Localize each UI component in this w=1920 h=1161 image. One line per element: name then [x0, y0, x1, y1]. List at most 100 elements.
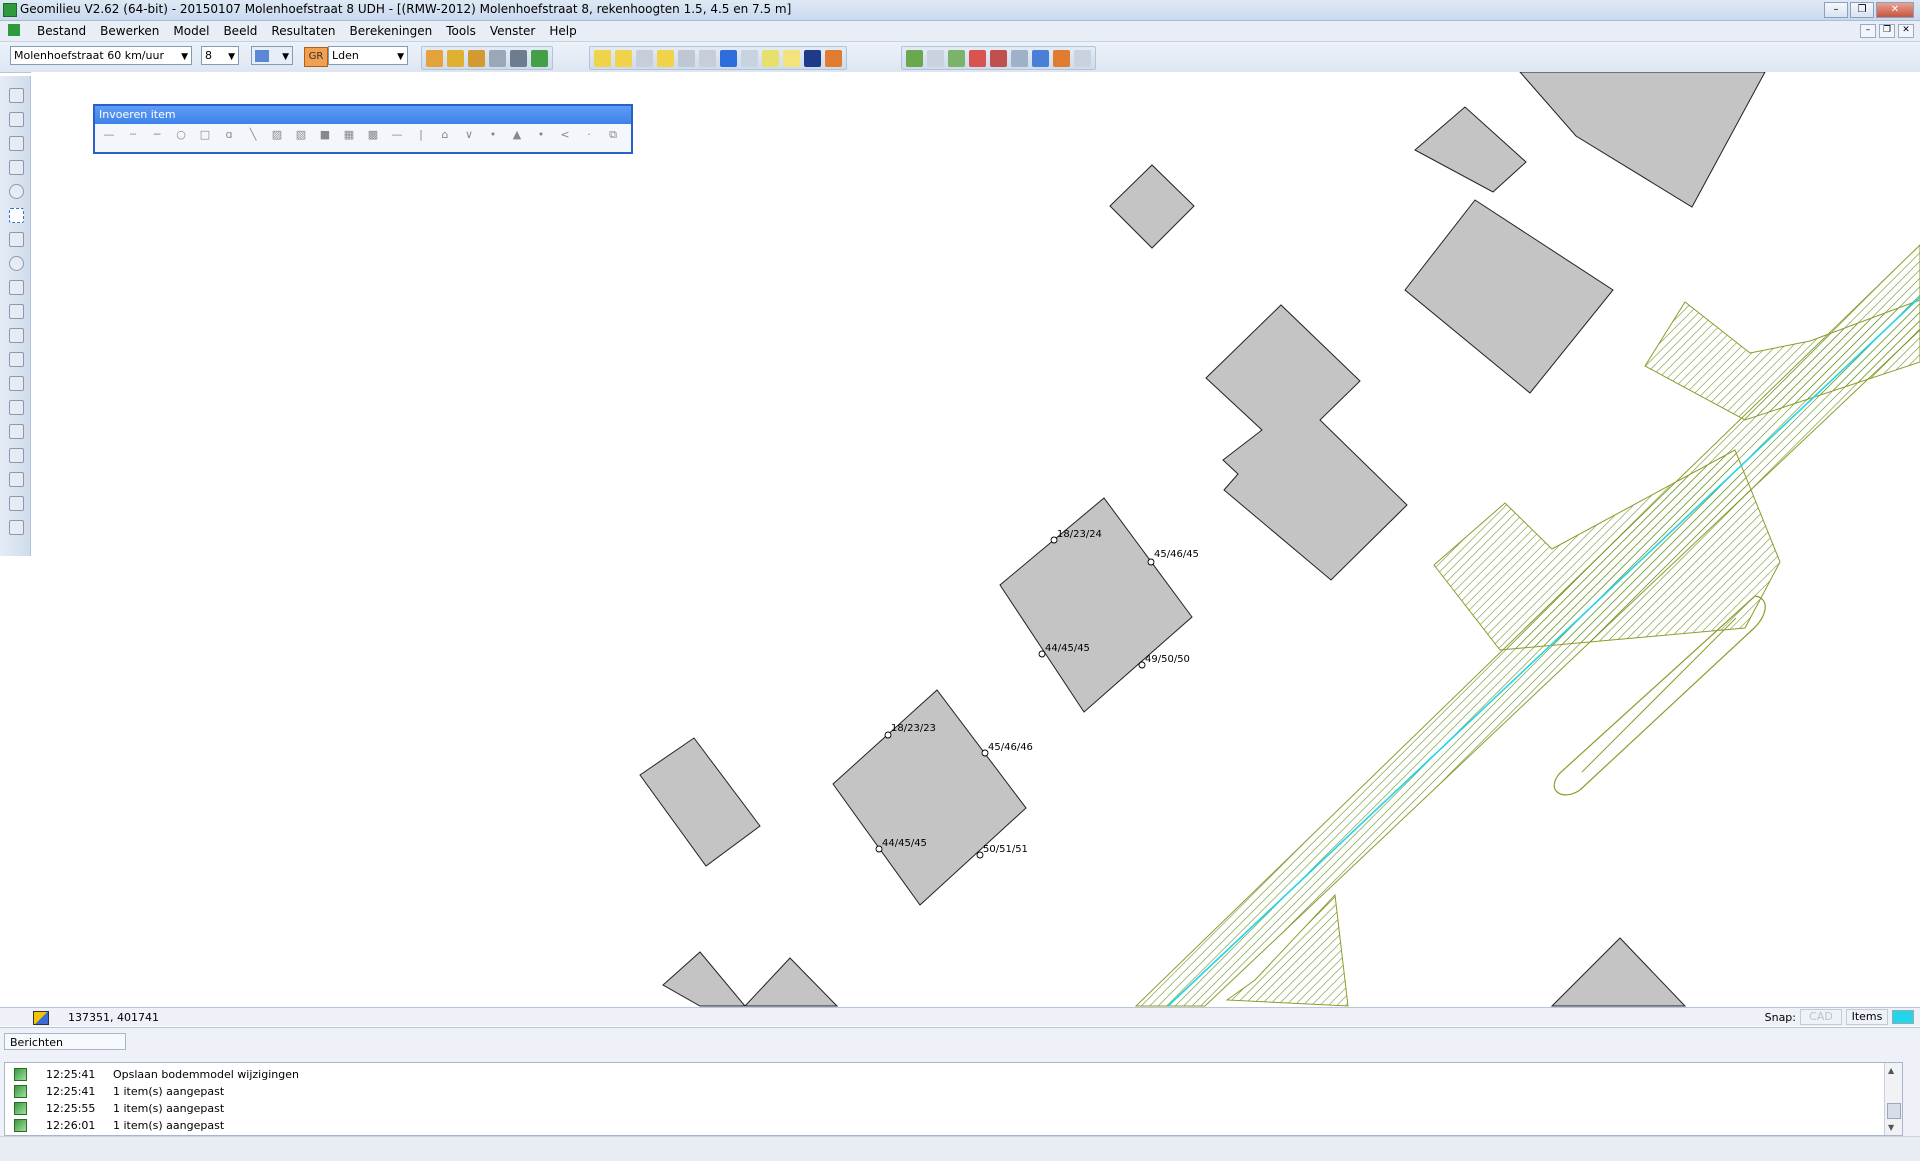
settings-icon[interactable] — [699, 49, 716, 67]
building[interactable] — [1205, 304, 1408, 581]
print-icon[interactable] — [489, 49, 506, 67]
building[interactable] — [1550, 937, 1687, 1007]
mdi-restore-button[interactable]: ❐ — [1879, 24, 1895, 38]
rectangle-tool-icon[interactable]: □ — [197, 128, 213, 142]
line-tool-icon[interactable]: — — [101, 128, 117, 142]
menu-tools[interactable]: Tools — [439, 24, 483, 38]
snap-color-swatch[interactable] — [1892, 1010, 1914, 1024]
page-icon[interactable] — [9, 112, 24, 127]
layers-icon[interactable] — [657, 49, 674, 67]
message-row[interactable]: 12:26:01 1 item(s) aangepast — [5, 1117, 1885, 1134]
fullscreen-icon[interactable] — [1032, 49, 1049, 67]
building[interactable] — [662, 951, 747, 1007]
copy-tool-icon[interactable]: ⧉ — [605, 128, 621, 142]
menu-venster[interactable]: Venster — [483, 24, 543, 38]
info-icon[interactable] — [720, 49, 737, 67]
redo-icon[interactable] — [9, 472, 24, 487]
menu-bewerken[interactable]: Bewerken — [93, 24, 166, 38]
area-tool-icon[interactable]: ▦ — [341, 128, 357, 142]
dashed-line-tool-icon[interactable]: ┄ — [125, 128, 141, 142]
rotate-icon[interactable] — [9, 328, 24, 343]
menu-resultaten[interactable]: Resultaten — [264, 24, 342, 38]
menu-help[interactable]: Help — [542, 24, 583, 38]
building[interactable] — [743, 957, 839, 1007]
vertical-tool-icon[interactable]: | — [413, 128, 429, 142]
grid-points-icon[interactable] — [9, 520, 24, 535]
building[interactable] — [1109, 164, 1195, 249]
gr-button[interactable]: GR — [304, 47, 328, 67]
barrier-tool-icon[interactable]: — — [389, 128, 405, 142]
folder-open-icon[interactable] — [615, 49, 632, 67]
shield-icon[interactable] — [804, 49, 821, 67]
minimize-button[interactable]: – — [1824, 2, 1848, 18]
message-row[interactable]: 12:25:41 1 item(s) aangepast — [5, 1083, 1885, 1100]
building[interactable] — [639, 737, 761, 867]
grid-tool-icon[interactable]: ▩ — [365, 128, 381, 142]
angle-tool-icon[interactable]: < — [557, 128, 573, 142]
maximize-button[interactable]: ❐ — [1850, 2, 1874, 18]
building[interactable] — [1414, 106, 1527, 193]
scroll-up-icon[interactable]: ▲ — [1888, 1066, 1894, 1075]
building[interactable] — [1404, 199, 1614, 394]
edit-icon[interactable] — [762, 49, 779, 67]
paste-icon[interactable] — [9, 160, 24, 175]
delete-icon[interactable] — [9, 184, 24, 199]
open-icon[interactable] — [447, 49, 464, 67]
zoom-window-icon[interactable] — [927, 49, 944, 67]
document-icon[interactable] — [8, 24, 20, 36]
triangle-tool-icon[interactable]: ▲ — [509, 128, 525, 142]
mdi-close-button[interactable]: ✕ — [1898, 24, 1914, 38]
snap-items-toggle[interactable]: Items — [1846, 1009, 1888, 1025]
hatched-area-upper[interactable] — [1644, 299, 1920, 421]
map-canvas[interactable]: 18/23/24 45/46/45 44/45/45 49/50/50 18/2… — [31, 72, 1920, 1007]
layer-select[interactable]: ▼ — [251, 46, 293, 65]
polyline-tool-icon[interactable]: ─ — [149, 128, 165, 142]
line-icon[interactable] — [9, 232, 24, 247]
scroll-down-icon[interactable]: ▼ — [1888, 1123, 1894, 1132]
tab-berichten[interactable]: Berichten — [4, 1033, 126, 1050]
menu-model[interactable]: Model — [166, 24, 216, 38]
move-icon[interactable] — [9, 304, 24, 319]
slip-road-inner[interactable] — [1581, 617, 1737, 773]
menu-bestand[interactable]: Bestand — [30, 24, 93, 38]
scroll-thumb[interactable] — [1887, 1103, 1901, 1119]
zoom-out-icon[interactable] — [969, 49, 986, 67]
circle-tool-icon[interactable]: ○ — [173, 128, 189, 142]
diagonal-tool-icon[interactable]: ╲ — [245, 128, 261, 142]
grid-icon[interactable] — [741, 49, 758, 67]
select-rectangle-icon[interactable] — [9, 208, 24, 223]
building-tool-icon[interactable]: ■ — [317, 128, 333, 142]
tool-icon[interactable] — [825, 49, 842, 67]
point-tool-icon[interactable]: • — [533, 128, 549, 142]
frame-icon[interactable] — [9, 424, 24, 439]
message-row[interactable]: 12:25:41 Opslaan bodemmodel wijzigingen — [5, 1066, 1885, 1083]
mdi-minimize-button[interactable]: – — [1860, 24, 1876, 38]
receiver-tool-icon[interactable]: ɑ — [221, 128, 237, 142]
invoeren-item-title[interactable]: Invoeren item — [95, 106, 631, 124]
import-icon[interactable] — [468, 49, 485, 67]
message-scrollbar[interactable]: ▲ ▼ — [1884, 1063, 1902, 1135]
note-icon[interactable] — [783, 49, 800, 67]
undo-icon[interactable] — [9, 496, 24, 511]
table-icon[interactable] — [678, 49, 695, 67]
hatch-tool-icon[interactable]: ▨ — [269, 128, 285, 142]
number-select[interactable]: 8 ▼ — [201, 46, 239, 65]
close-button[interactable]: ✕ — [1876, 2, 1914, 18]
zoom-icon[interactable] — [906, 49, 923, 67]
export-icon[interactable] — [510, 49, 527, 67]
hatch2-tool-icon[interactable]: ▧ — [293, 128, 309, 142]
building[interactable] — [1519, 72, 1766, 208]
copy-icon[interactable] — [9, 136, 24, 151]
map-svg[interactable]: 18/23/24 45/46/45 44/45/45 49/50/50 18/2… — [31, 72, 1920, 1007]
pointer-icon[interactable] — [9, 88, 24, 103]
house-tool-icon[interactable]: ⌂ — [437, 128, 453, 142]
menu-beeld[interactable]: Beeld — [216, 24, 264, 38]
pan-icon[interactable] — [1053, 49, 1070, 67]
points-icon[interactable] — [9, 400, 24, 415]
angle-icon[interactable] — [9, 280, 24, 295]
period-select[interactable]: Lden ▼ — [328, 46, 408, 65]
small-dot-tool-icon[interactable]: · — [581, 128, 597, 142]
run-icon[interactable] — [531, 49, 548, 67]
zoom-extent-icon[interactable] — [948, 49, 965, 67]
zoom-in-icon[interactable] — [990, 49, 1007, 67]
